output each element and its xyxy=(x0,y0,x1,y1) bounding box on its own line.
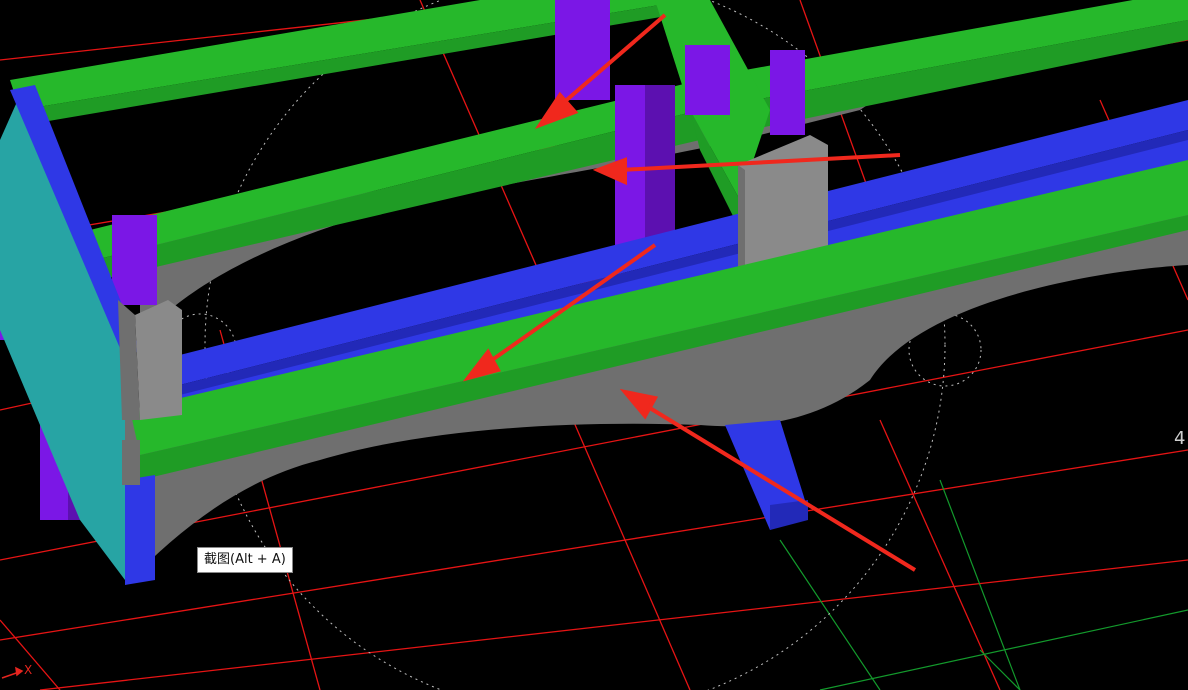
screenshot-tooltip: 截图(Alt + A) xyxy=(197,547,293,573)
left-gray-post xyxy=(135,300,182,420)
grid-axis-number: 4 xyxy=(1174,428,1186,449)
left-blue-post xyxy=(125,475,155,585)
left-gray-post-lower xyxy=(122,440,140,485)
3d-model-viewport[interactable] xyxy=(0,0,1188,690)
axis-x-label: X xyxy=(24,663,33,677)
right-gray-column-face xyxy=(738,165,745,275)
